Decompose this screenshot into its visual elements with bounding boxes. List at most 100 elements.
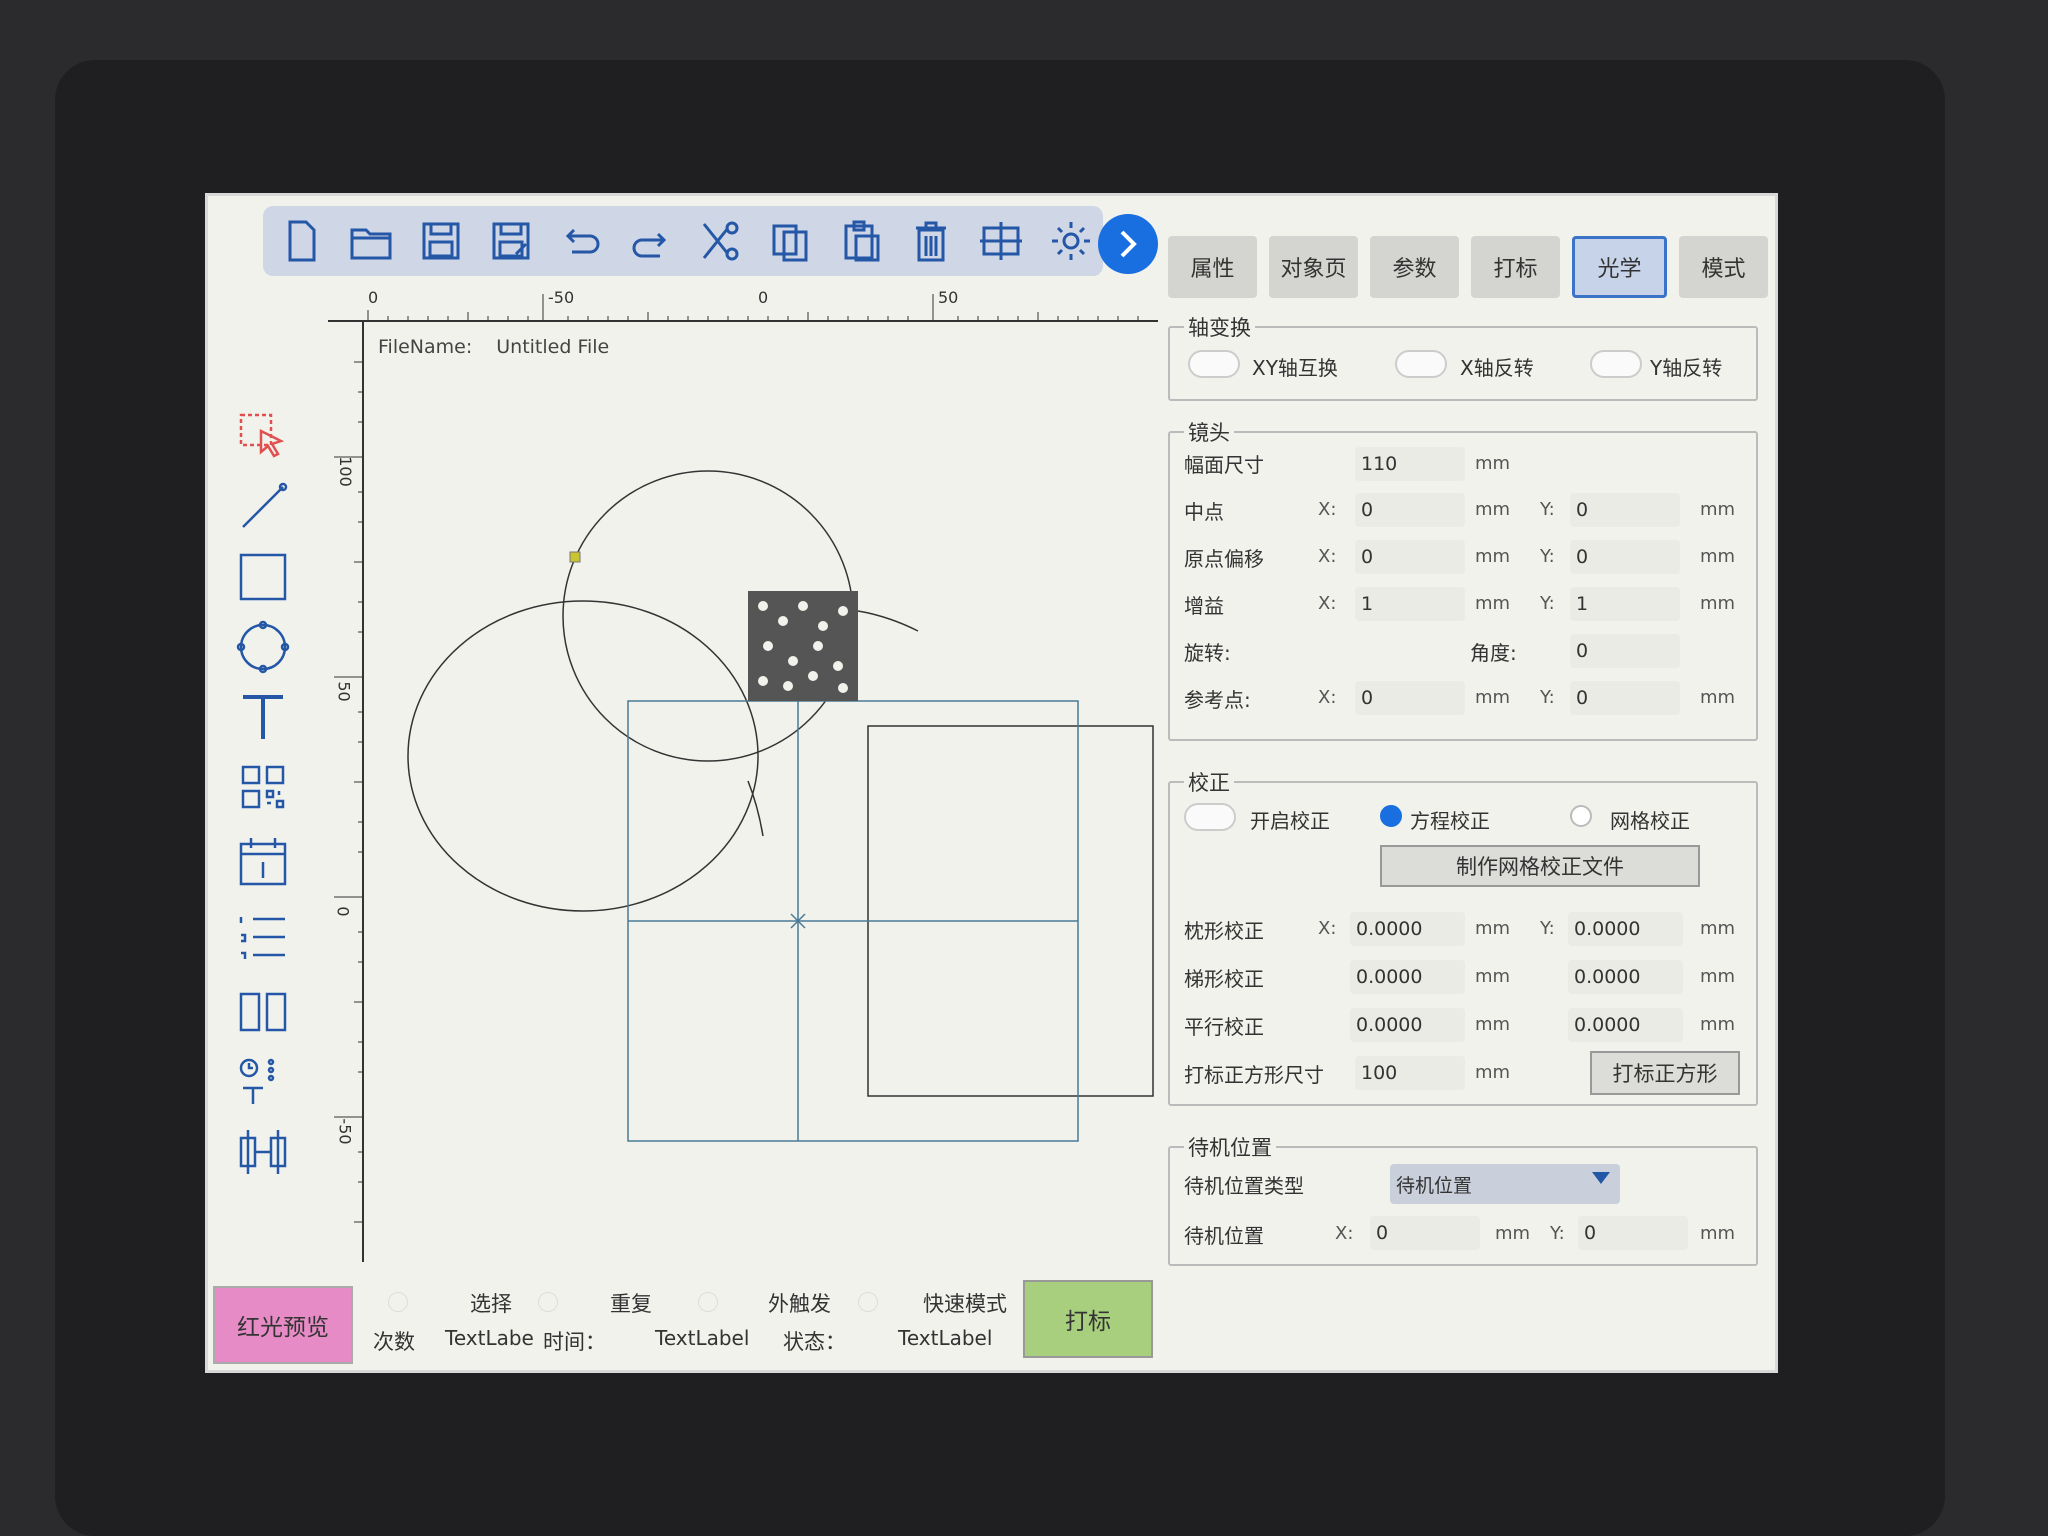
design-canvas[interactable] (368, 326, 1158, 1246)
standby-pos-label: 待机位置 (1184, 1224, 1264, 1248)
drawing-tools (228, 406, 308, 1186)
fast-mode-radio[interactable] (858, 1292, 878, 1312)
ext-trigger-radio[interactable] (698, 1292, 718, 1312)
pillow-x-input[interactable]: 0.0000 (1350, 912, 1465, 946)
save-icon[interactable] (411, 211, 471, 271)
y-label: Y: (1550, 1223, 1565, 1244)
unit-label: mm (1700, 1014, 1736, 1035)
offset-y-input[interactable]: 0 (1570, 540, 1680, 574)
x-flip-toggle[interactable] (1395, 350, 1447, 378)
standby-type-select[interactable]: 待机位置 (1390, 1164, 1620, 1204)
y-label: Y: (1540, 918, 1555, 939)
qrcode-tool-icon[interactable] (228, 756, 298, 818)
calendar-tool-icon[interactable] (228, 831, 298, 893)
center-x-input[interactable]: 0 (1355, 493, 1465, 527)
tab-marking[interactable]: 打标 (1471, 236, 1560, 298)
pillow-correction-label: 枕形校正 (1184, 919, 1264, 943)
y-label: Y: (1540, 499, 1555, 520)
copy-icon[interactable] (761, 211, 821, 271)
ext-trigger-label: 外触发 (768, 1292, 831, 1316)
center-y-input[interactable]: 0 (1570, 493, 1680, 527)
text-tool-icon[interactable] (228, 686, 298, 748)
optics-panel: 轴变换 XY轴互换 X轴反转 Y轴反转 镜头 幅面尺寸 110 mm 中点 X:… (1168, 312, 1768, 1326)
standby-type-value: 待机位置 (1396, 1174, 1473, 1197)
unit-label: mm (1475, 1062, 1511, 1083)
redo-icon[interactable] (621, 211, 681, 271)
trapezoid-y-input[interactable]: 0.0000 (1568, 960, 1683, 994)
parallel-x-input[interactable]: 0.0000 (1350, 1008, 1465, 1042)
y-flip-toggle[interactable] (1590, 350, 1642, 378)
gain-x-input[interactable]: 1 (1355, 587, 1465, 621)
x-flip-label: X轴反转 (1460, 356, 1534, 380)
hmi-screen: 属性 对象页 参数 打标 光学 模式 0 -50 0 50 100 50 0 -… (205, 193, 1778, 1373)
chevron-right-icon[interactable] (1098, 214, 1158, 274)
paste-icon[interactable] (831, 211, 891, 271)
tab-object-page[interactable]: 对象页 (1269, 236, 1358, 298)
rectangle-tool-icon[interactable] (228, 546, 298, 608)
tab-mode[interactable]: 模式 (1679, 236, 1768, 298)
xy-swap-toggle[interactable] (1188, 350, 1240, 378)
array-tool-icon[interactable] (228, 981, 298, 1043)
enable-correction-label: 开启校正 (1250, 809, 1330, 833)
fast-mode-label: 快速模式 (923, 1292, 1007, 1316)
x-label: X: (1318, 918, 1337, 939)
undo-icon[interactable] (551, 211, 611, 271)
tab-parameters[interactable]: 参数 (1370, 236, 1459, 298)
make-grid-file-button[interactable]: 制作网格校正文件 (1380, 845, 1700, 887)
standby-x-input[interactable]: 0 (1370, 1216, 1480, 1250)
open-folder-icon[interactable] (341, 211, 401, 271)
x-label: X: (1318, 546, 1337, 567)
line-tool-icon[interactable] (228, 476, 298, 538)
field-size-input[interactable]: 110 (1355, 447, 1465, 481)
circle-tool-icon[interactable] (228, 616, 298, 678)
align-tool-icon[interactable] (228, 1121, 298, 1183)
ruler-h-label: 0 (368, 288, 379, 307)
delete-icon[interactable] (901, 211, 961, 271)
unit-label: mm (1475, 687, 1511, 708)
mark-button[interactable]: 打标 (1023, 1280, 1153, 1358)
pillow-y-input[interactable]: 0.0000 (1568, 912, 1683, 946)
select-label: 选择 (470, 1292, 512, 1316)
ref-x-input[interactable]: 0 (1355, 681, 1465, 715)
equation-correction-radio[interactable] (1380, 805, 1402, 827)
new-file-icon[interactable] (271, 211, 331, 271)
ref-y-input[interactable]: 0 (1570, 681, 1680, 715)
gain-y-input[interactable]: 1 (1570, 587, 1680, 621)
correction-group: 校正 开启校正 方程校正 网格校正 制作网格校正文件 枕形校正 X: 0.000… (1168, 767, 1758, 1106)
save-as-icon[interactable] (481, 211, 541, 271)
serial-number-icon[interactable] (228, 906, 298, 968)
repeat-radio[interactable] (538, 1292, 558, 1312)
trapezoid-x-input[interactable]: 0.0000 (1350, 960, 1465, 994)
rotation-label: 旋转: (1184, 641, 1231, 665)
x-label: X: (1318, 499, 1337, 520)
time-text-icon[interactable] (228, 1051, 298, 1113)
standby-y-input[interactable]: 0 (1578, 1216, 1688, 1250)
unit-label: mm (1495, 1223, 1531, 1244)
parallel-y-input[interactable]: 0.0000 (1568, 1008, 1683, 1042)
tab-optics[interactable]: 光学 (1572, 236, 1667, 298)
settings-icon[interactable] (1041, 211, 1101, 271)
unit-label: mm (1700, 1223, 1736, 1244)
horizontal-ruler: 0 -50 0 50 (328, 286, 1158, 322)
unit-label: mm (1700, 918, 1736, 939)
x-label: X: (1335, 1223, 1354, 1244)
mark-square-button[interactable]: 打标正方形 (1590, 1051, 1740, 1095)
tab-bar: 属性 对象页 参数 打标 光学 模式 (1168, 236, 1768, 306)
file-name-value: Untitled File (496, 336, 610, 358)
grid-correction-radio[interactable] (1570, 805, 1592, 827)
standby-title: 待机位置 (1184, 1132, 1276, 1162)
select-radio[interactable] (388, 1292, 408, 1312)
center-label: 中点 (1184, 500, 1224, 524)
lens-title: 镜头 (1184, 417, 1234, 447)
enable-correction-toggle[interactable] (1184, 803, 1236, 831)
grid-icon[interactable] (971, 211, 1031, 271)
tab-properties[interactable]: 属性 (1168, 236, 1257, 298)
offset-x-input[interactable]: 0 (1355, 540, 1465, 574)
gain-label: 增益 (1184, 594, 1224, 618)
select-arrow-icon[interactable] (228, 406, 298, 468)
angle-input[interactable]: 0 (1570, 634, 1680, 668)
ruler-v-label: 0 (333, 906, 353, 917)
square-size-input[interactable]: 100 (1355, 1056, 1465, 1090)
red-light-preview-button[interactable]: 红光预览 (213, 1286, 353, 1364)
cut-icon[interactable] (691, 211, 751, 271)
